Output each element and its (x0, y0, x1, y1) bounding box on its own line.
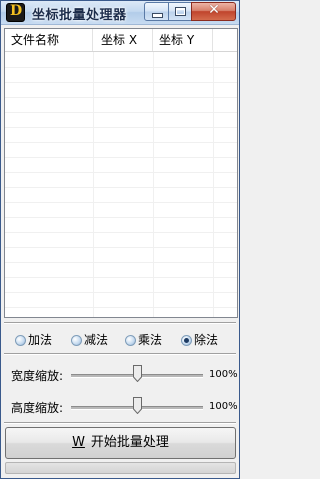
grid-column-line (213, 52, 214, 317)
list-body[interactable] (5, 52, 237, 317)
width-scale-row: 宽度缩放: 100% (1, 362, 241, 388)
radio-multiply-indicator[interactable] (125, 335, 136, 346)
maximize-button[interactable] (168, 2, 193, 21)
divider (4, 422, 236, 424)
radio-subtract-indicator[interactable] (71, 335, 82, 346)
column-header-filename[interactable]: 文件名称 (5, 29, 93, 51)
app-icon-letter: D (10, 3, 23, 19)
app-window: D 坐标批量处理器 ✕ 文件名称 坐标 X 坐标 Y 加法 减法 乘法 除法 宽… (0, 0, 240, 479)
status-bar (5, 462, 236, 474)
start-batch-hotkey: W (72, 435, 85, 450)
grid-line (5, 157, 237, 158)
app-icon[interactable]: D (6, 3, 25, 22)
grid-line (5, 142, 237, 143)
height-scale-label: 高度缩放: (11, 401, 64, 415)
width-scale-slider[interactable] (132, 365, 142, 382)
window-title: 坐标批量处理器 (32, 8, 127, 23)
grid-line (5, 172, 237, 173)
grid-line (5, 277, 237, 278)
radio-subtract-label[interactable]: 减法 (84, 331, 108, 349)
radio-divide-indicator[interactable] (181, 335, 192, 346)
grid-line (5, 97, 237, 98)
radio-add-label[interactable]: 加法 (28, 331, 52, 349)
maximize-icon (175, 7, 186, 16)
column-header-x[interactable]: 坐标 X (93, 29, 153, 51)
divider (4, 353, 236, 355)
grid-line (5, 82, 237, 83)
height-scale-row: 高度缩放: 100% (1, 394, 241, 420)
height-scale-value: 100% (209, 401, 238, 412)
grid-line (5, 307, 237, 308)
radio-multiply-label[interactable]: 乘法 (138, 331, 162, 349)
grid-column-line (153, 52, 154, 317)
minimize-icon (152, 13, 163, 18)
close-button[interactable]: ✕ (191, 2, 236, 21)
title-bar[interactable]: D 坐标批量处理器 ✕ (1, 1, 239, 25)
start-batch-label: 开始批量处理 (90, 435, 169, 450)
grid-line (5, 217, 237, 218)
grid-line (5, 127, 237, 128)
divider (4, 322, 236, 324)
grid-line (5, 112, 237, 113)
column-header-y[interactable]: 坐标 Y (153, 29, 213, 51)
radio-divide-label[interactable]: 除法 (194, 331, 218, 349)
grid-line (5, 187, 237, 188)
grid-column-line (93, 52, 94, 317)
width-scale-label: 宽度缩放: (11, 369, 64, 383)
file-list[interactable]: 文件名称 坐标 X 坐标 Y (4, 28, 238, 318)
radio-add-indicator[interactable] (15, 335, 26, 346)
grid-line (5, 292, 237, 293)
grid-line (5, 262, 237, 263)
grid-line (5, 202, 237, 203)
minimize-button[interactable] (144, 2, 170, 21)
operation-radio-group: 加法 减法 乘法 除法 (1, 331, 241, 349)
list-header: 文件名称 坐标 X 坐标 Y (5, 29, 237, 52)
grid-line (5, 247, 237, 248)
start-batch-button[interactable]: W 开始批量处理 (5, 427, 236, 459)
height-scale-slider[interactable] (132, 397, 142, 414)
grid-line (5, 67, 237, 68)
width-scale-value: 100% (209, 369, 238, 380)
grid-line (5, 232, 237, 233)
close-icon: ✕ (208, 2, 220, 18)
